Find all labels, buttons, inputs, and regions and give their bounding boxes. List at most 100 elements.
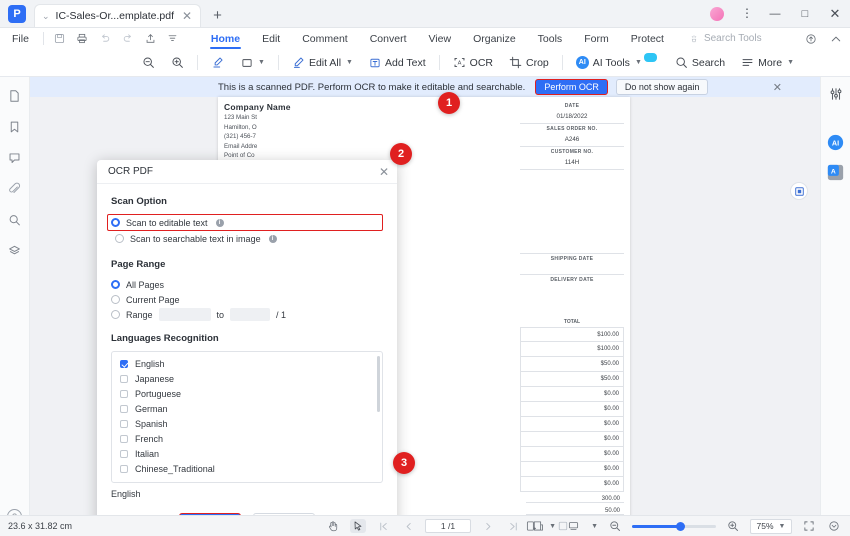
languages-list[interactable]: English Japanese Portuguese German Spani… (111, 351, 383, 483)
upload-icon[interactable] (805, 33, 817, 45)
language-item-japanese[interactable]: Japanese (120, 371, 382, 386)
customize-toolbar-icon[interactable] (167, 33, 178, 44)
ai-translate-icon[interactable]: A (826, 164, 846, 181)
document-tab[interactable]: ⌄ IC-Sales-Or...emplate.pdf ✕ (34, 4, 202, 27)
language-item-english[interactable]: English (120, 356, 382, 371)
properties-icon[interactable] (826, 85, 846, 102)
language-item-portuguese[interactable]: Portuguese (120, 386, 382, 401)
info-icon[interactable]: i (268, 234, 277, 243)
more-button[interactable]: More ▼ (733, 51, 802, 75)
language-item-spanish[interactable]: Spanish (120, 416, 382, 431)
language-item-french[interactable]: French (120, 431, 382, 446)
undo-icon[interactable] (99, 33, 111, 44)
attachments-icon[interactable] (5, 180, 25, 197)
file-menu[interactable]: File (0, 33, 39, 45)
tab-edit[interactable]: Edit (251, 28, 291, 49)
last-page-icon[interactable] (505, 519, 521, 533)
bookmarks-icon[interactable] (5, 118, 25, 135)
ai-assistant-icon[interactable]: AI (826, 134, 846, 151)
languages-list-inner: English Japanese Portuguese German Spani… (112, 352, 382, 476)
panel-toggle-button[interactable] (790, 182, 808, 200)
tab-home[interactable]: Home (200, 28, 251, 49)
zoom-in-button[interactable] (163, 51, 192, 75)
languages-scrollbar[interactable] (377, 356, 380, 412)
checkbox-icon (120, 419, 128, 428)
next-page-icon[interactable] (480, 519, 496, 533)
language-item-chinese-traditional[interactable]: Chinese_Traditional (120, 461, 382, 476)
ai-tools-button[interactable]: AI AI Tools ▼ (568, 51, 667, 75)
avatar[interactable] (710, 7, 724, 21)
banner-close-icon[interactable]: ✕ (773, 81, 782, 94)
info-icon[interactable]: i (215, 218, 224, 227)
add-text-button[interactable]: Add Text (361, 51, 434, 75)
zoom-slider[interactable] (632, 521, 716, 531)
first-page-icon[interactable] (375, 519, 391, 533)
close-button[interactable]: ✕ (820, 0, 850, 28)
highlighter-icon (211, 56, 225, 69)
search-button[interactable]: Search (667, 51, 733, 75)
redo-icon[interactable] (122, 33, 134, 44)
share-icon[interactable] (145, 33, 156, 44)
ocr-banner: This is a scanned PDF. Perform OCR to ma… (30, 77, 820, 97)
dialog-close-icon[interactable]: ✕ (379, 165, 389, 179)
layers-icon[interactable] (5, 242, 25, 259)
layout-mode-icon[interactable] (565, 519, 581, 533)
collapse-ribbon-icon[interactable] (830, 33, 842, 45)
edit-all-button[interactable]: Edit All ▼ (284, 51, 361, 75)
perform-ocr-button[interactable]: Perform OCR (535, 79, 608, 95)
zoom-out-button[interactable] (134, 51, 163, 75)
tab-tools[interactable]: Tools (527, 28, 574, 49)
range-from-input[interactable] (158, 308, 211, 321)
svg-text:A: A (457, 61, 461, 67)
radio-scan-to-editable-text[interactable]: Scan to editable text i (111, 215, 358, 230)
search-panel-icon[interactable] (5, 211, 25, 228)
thumbnails-icon[interactable] (5, 87, 25, 104)
tab-close-icon[interactable]: ✕ (182, 9, 192, 23)
radio-current-page[interactable]: Current Page (111, 292, 383, 307)
tab-protect[interactable]: Protect (620, 28, 675, 49)
add-text-icon (369, 57, 381, 69)
maximize-button[interactable]: □ (790, 0, 820, 28)
fit-page-icon[interactable] (801, 519, 817, 533)
ocr-button[interactable]: A OCR (445, 51, 501, 75)
radio-scan-to-searchable-text[interactable]: Scan to searchable text in image i (115, 231, 383, 246)
tab-comment[interactable]: Comment (291, 28, 359, 49)
language-item-german[interactable]: German (120, 401, 382, 416)
range-to-input[interactable] (230, 308, 271, 321)
hand-tool-icon[interactable] (325, 519, 341, 533)
comments-icon[interactable] (5, 149, 25, 166)
sales-order-label: SALES ORDER NO. (546, 126, 598, 132)
page-view-mode-icon[interactable] (523, 519, 539, 533)
fullscreen-icon[interactable] (826, 519, 842, 533)
chevron-down-icon[interactable]: ▼ (549, 523, 556, 530)
radio-all-pages[interactable]: All Pages (111, 277, 383, 292)
page-indicator[interactable]: 1 /1 (425, 519, 471, 533)
radio-icon[interactable] (111, 310, 120, 319)
save-icon[interactable] (54, 33, 65, 44)
zoom-level-dropdown[interactable]: 75% ▼ (750, 518, 792, 534)
zoom-in-status-icon[interactable] (725, 519, 741, 533)
dialog-title: OCR PDF (108, 166, 153, 177)
tab-organize[interactable]: Organize (462, 28, 527, 49)
do-not-show-again-button[interactable]: Do not show again (615, 79, 709, 95)
print-icon[interactable] (76, 33, 88, 44)
tab-view[interactable]: View (417, 28, 462, 49)
company-address: 123 Main St Hamilton, O (321) 456-7 Emai… (224, 113, 257, 161)
select-tool-icon[interactable] (350, 519, 366, 533)
shape-button[interactable]: ▼ (233, 51, 273, 75)
previous-page-icon[interactable] (400, 519, 416, 533)
chevron-down-icon[interactable]: ▼ (591, 523, 598, 530)
new-tab-button[interactable]: + (213, 7, 222, 24)
language-item-italian[interactable]: Italian (120, 446, 382, 461)
pdf-editor-window: P ⌄ IC-Sales-Or...emplate.pdf ✕ + ⋮ — □ … (0, 0, 850, 536)
radio-label: Scan to editable text (126, 217, 208, 228)
minimize-button[interactable]: — (760, 0, 790, 28)
zoom-slider-handle[interactable] (676, 521, 685, 531)
highlight-button[interactable] (203, 51, 233, 75)
zoom-out-status-icon[interactable] (607, 519, 623, 533)
more-menu-icon[interactable]: ⋮ (741, 6, 754, 20)
tab-form[interactable]: Form (573, 28, 620, 49)
crop-button[interactable]: Crop (501, 51, 557, 75)
tab-convert[interactable]: Convert (359, 28, 418, 49)
search-tools[interactable]: Search Tools (689, 33, 762, 44)
